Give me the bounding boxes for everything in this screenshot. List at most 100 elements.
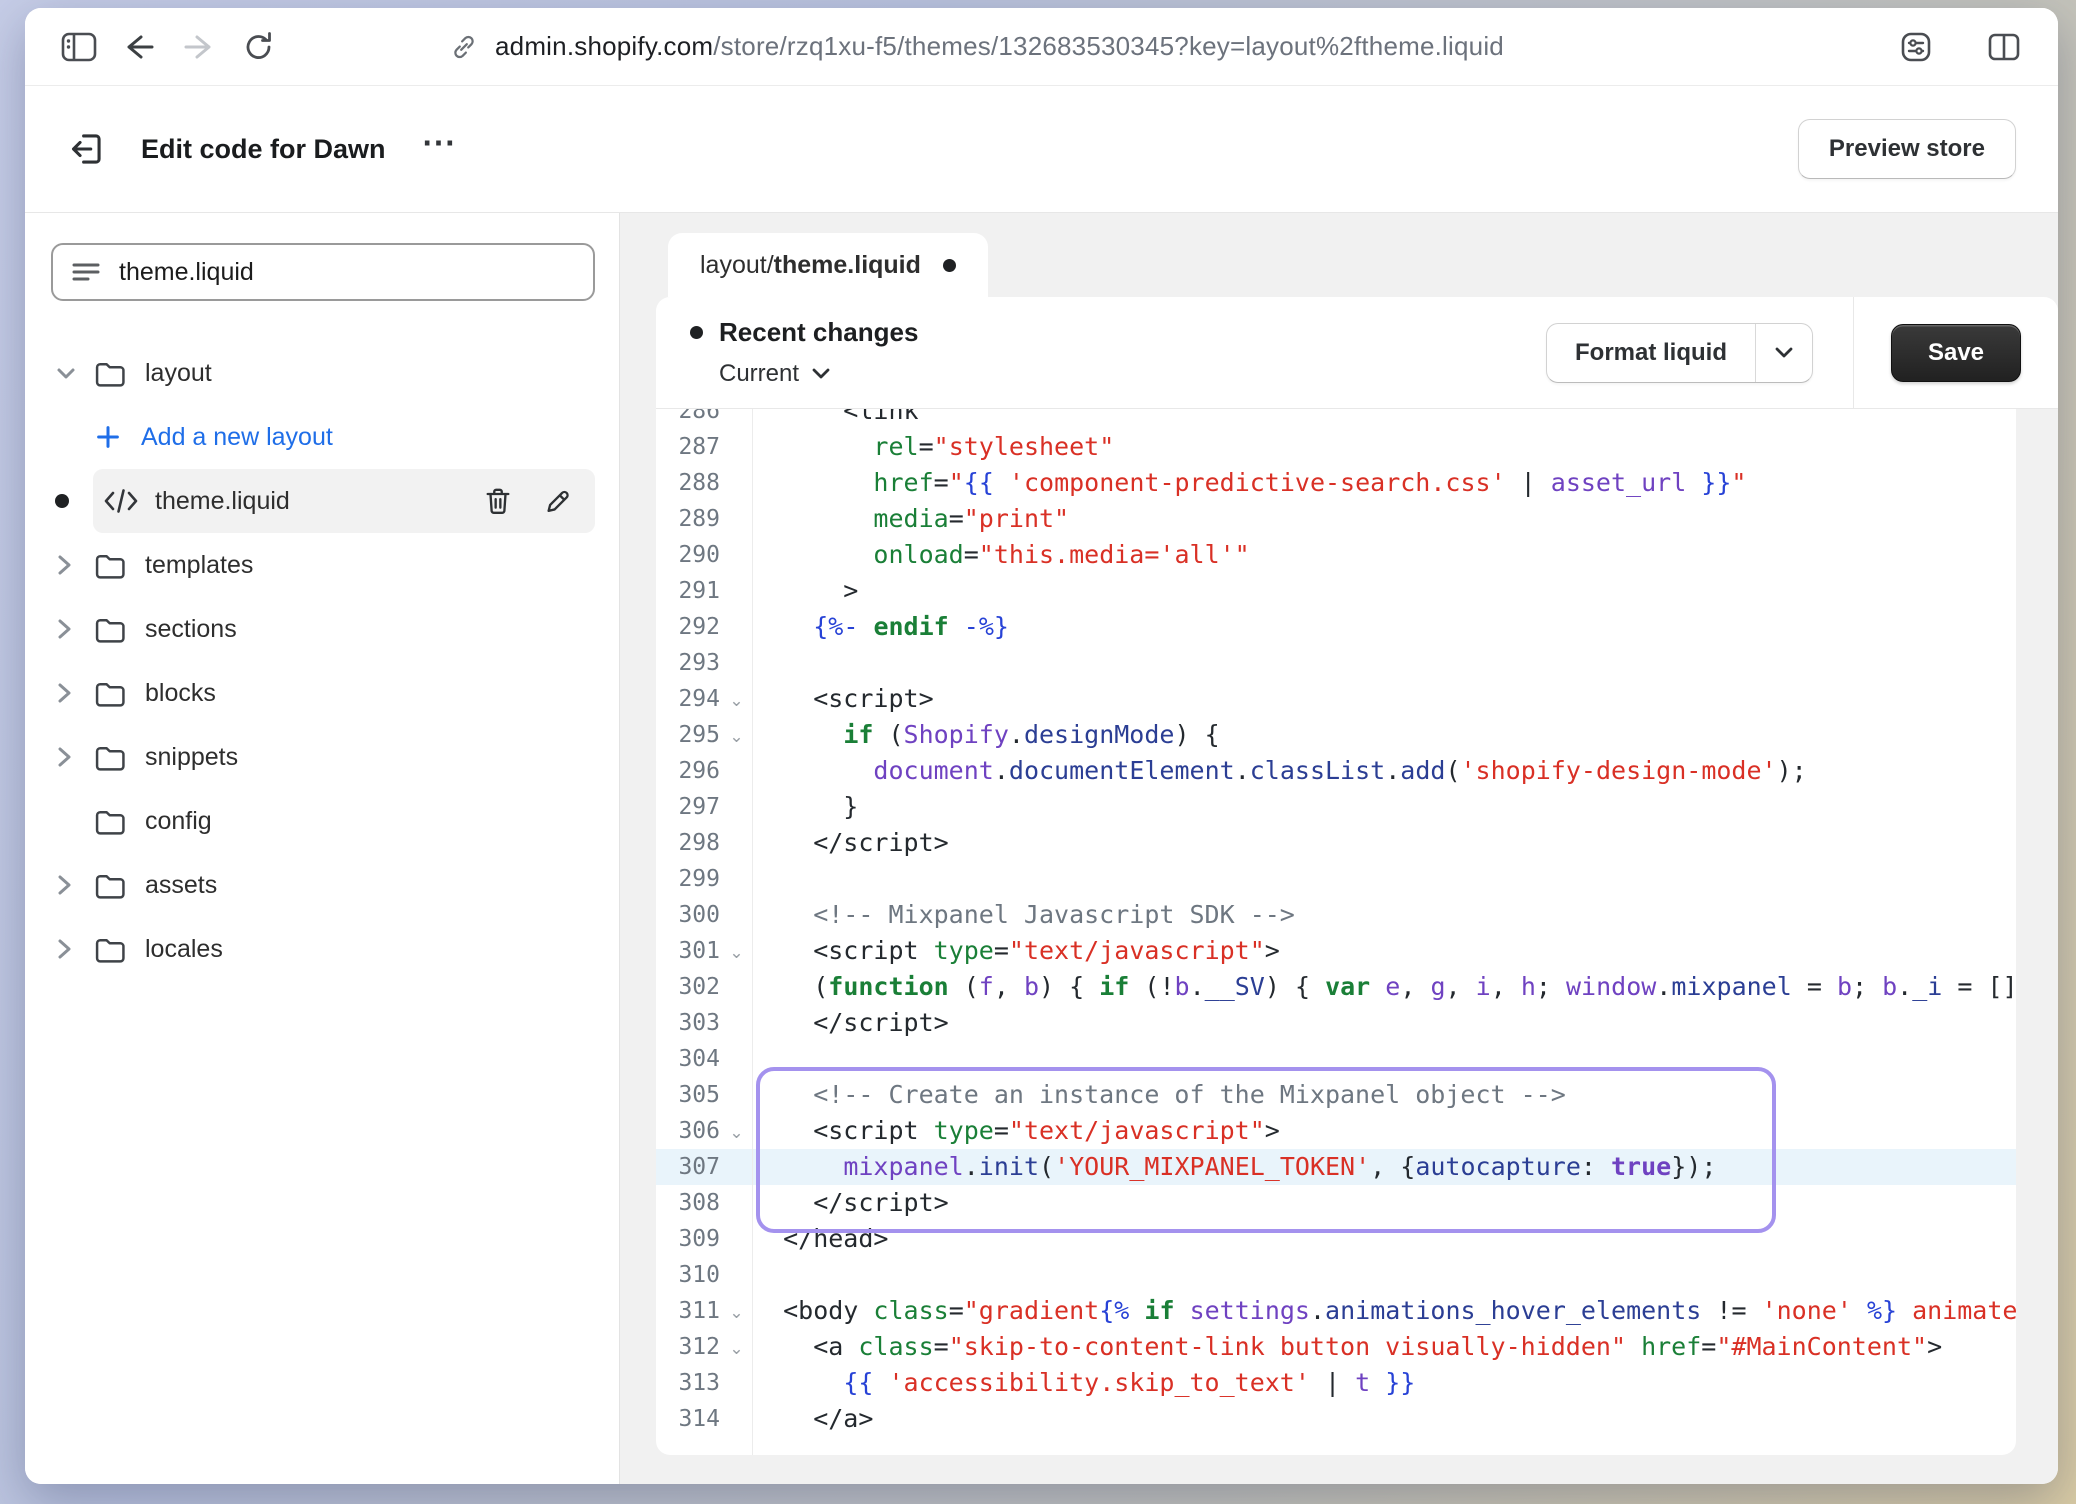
more-actions-button[interactable]: ⋯ (422, 126, 458, 172)
code-editor[interactable]: 286 <link287 rel="stylesheet"288 href="{… (656, 409, 2016, 1455)
rename-file-icon[interactable] (543, 486, 573, 516)
sidebar-file-theme.liquid[interactable]: theme.liquid (51, 469, 595, 533)
exit-icon[interactable] (67, 130, 105, 168)
chevron-right-icon[interactable] (51, 872, 93, 898)
sidebar-folder-assets[interactable]: assets (51, 853, 595, 917)
code-line[interactable]: 300 <!-- Mixpanel Javascript SDK --> (656, 897, 2016, 933)
code-line[interactable]: 306⌄ <script type="text/javascript"> (656, 1113, 2016, 1149)
line-number: 310 (656, 1257, 720, 1293)
code-line[interactable]: 296 document.documentElement.classList.a… (656, 753, 2016, 789)
code-line[interactable]: 309 </head> (656, 1221, 2016, 1257)
code-line[interactable]: 312⌄ <a class="skip-to-content-link butt… (656, 1329, 2016, 1365)
fold-chevron-icon[interactable]: ⌄ (720, 1113, 753, 1149)
fold-chevron-icon[interactable]: ⌄ (720, 1329, 753, 1365)
code-line[interactable]: 287 rel="stylesheet" (656, 429, 2016, 465)
fold-chevron-icon (720, 1185, 753, 1221)
folder-icon (93, 358, 127, 389)
fold-chevron-icon[interactable]: ⌄ (720, 933, 753, 969)
code-line[interactable]: 298 </script> (656, 825, 2016, 861)
code-line[interactable]: 294⌄ <script> (656, 681, 2016, 717)
file-search-box[interactable] (51, 243, 595, 301)
fold-chevron-icon (720, 429, 753, 465)
editor-toolbar: Recent changes Current Format liquid (656, 297, 2058, 409)
line-number: 287 (656, 429, 720, 465)
fold-chevron-icon (720, 969, 753, 1005)
chevron-right-icon[interactable] (51, 744, 93, 770)
sidebar-folder-blocks[interactable]: blocks (51, 661, 595, 725)
line-number: 300 (656, 897, 720, 933)
code-line[interactable]: 291 > (656, 573, 2016, 609)
tab-layout-theme-liquid[interactable]: layout/theme.liquid (668, 233, 988, 297)
line-number: 293 (656, 645, 720, 681)
code-line[interactable]: 299 (656, 861, 2016, 897)
code-line[interactable]: 310 (656, 1257, 2016, 1293)
chevron-right-icon[interactable] (51, 552, 93, 578)
chevron-right-icon[interactable] (51, 680, 93, 706)
fold-chevron-icon (720, 537, 753, 573)
line-number: 308 (656, 1185, 720, 1221)
page-settings-icon[interactable] (1894, 25, 1938, 69)
code-line[interactable]: 293 (656, 645, 2016, 681)
sidebar-folder-locales[interactable]: locales (51, 917, 595, 981)
delete-file-icon[interactable] (483, 486, 513, 517)
fold-chevron-icon (720, 1041, 753, 1077)
save-button[interactable]: Save (1891, 324, 2021, 382)
fold-chevron-icon (720, 465, 753, 501)
code-line[interactable]: 304 (656, 1041, 2016, 1077)
code-line[interactable]: 313 {{ 'accessibility.skip_to_text' | t … (656, 1365, 2016, 1401)
code-line[interactable]: 305 <!-- Create an instance of the Mixpa… (656, 1077, 2016, 1113)
code-line[interactable]: 286 <link (656, 409, 2016, 429)
format-liquid-caret[interactable] (1755, 324, 1812, 382)
sidebar-folder-templates[interactable]: templates (51, 533, 595, 597)
back-icon[interactable] (117, 25, 161, 69)
code-line[interactable]: 290 onload="this.media='all'" (656, 537, 2016, 573)
sidebar-folder-snippets[interactable]: snippets (51, 725, 595, 789)
address-bar[interactable]: admin.shopify.com/store/rzq1xu-f5/themes… (449, 31, 1504, 62)
code-line[interactable]: 295⌄ if (Shopify.designMode) { (656, 717, 2016, 753)
file-tree: layoutAdd a new layouttheme.liquidtempla… (51, 341, 595, 981)
code-line[interactable]: 288 href="{{ 'component-predictive-searc… (656, 465, 2016, 501)
line-number: 312 (656, 1329, 720, 1365)
format-liquid-button[interactable]: Format liquid (1546, 323, 1813, 383)
code-line[interactable]: 301⌄ <script type="text/javascript"> (656, 933, 2016, 969)
fold-chevron-icon[interactable]: ⌄ (720, 681, 753, 717)
sidebar-add-new-layout[interactable]: Add a new layout (51, 405, 595, 469)
line-number: 299 (656, 861, 720, 897)
fold-chevron-icon (720, 1149, 753, 1185)
line-number: 290 (656, 537, 720, 573)
fold-chevron-icon (720, 1257, 753, 1293)
fold-chevron-icon (720, 1077, 753, 1113)
chevron-right-icon[interactable] (51, 936, 93, 962)
code-line[interactable]: 308 </script> (656, 1185, 2016, 1221)
code-line[interactable]: 307 mixpanel.init('YOUR_MIXPANEL_TOKEN',… (656, 1149, 2016, 1185)
fold-chevron-icon[interactable]: ⌄ (720, 717, 753, 753)
code-line[interactable]: 302 (function (f, b) { if (!b.__SV) { va… (656, 969, 2016, 1005)
preview-store-button[interactable]: Preview store (1798, 119, 2016, 179)
search-input[interactable] (119, 258, 575, 287)
code-line[interactable]: 314 </a> (656, 1401, 2016, 1437)
fold-chevron-icon[interactable]: ⌄ (720, 1293, 753, 1329)
link-icon (449, 32, 479, 62)
line-number: 292 (656, 609, 720, 645)
page-title: Edit code for Dawn (141, 134, 386, 165)
sidebar-folder-sections[interactable]: sections (51, 597, 595, 661)
code-line[interactable]: 303 </script> (656, 1005, 2016, 1041)
fold-chevron-icon (720, 825, 753, 861)
code-line[interactable]: 311⌄ <body class="gradient{% if settings… (656, 1293, 2016, 1329)
version-dropdown[interactable]: Current (719, 360, 918, 388)
url-domain: admin.shopify.com (495, 31, 713, 61)
reload-icon[interactable] (237, 25, 281, 69)
chevron-down-icon[interactable] (51, 363, 93, 383)
code-line[interactable]: 292 {%- endif -%} (656, 609, 2016, 645)
split-view-icon[interactable] (1982, 25, 2026, 69)
editor-area: layout/theme.liquid Recent changes Curre… (620, 213, 2058, 1484)
line-number: 295 (656, 717, 720, 753)
sidebar-folder-layout[interactable]: layout (51, 341, 595, 405)
code-line[interactable]: 289 media="print" (656, 501, 2016, 537)
line-number: 291 (656, 573, 720, 609)
code-line[interactable]: 297 } (656, 789, 2016, 825)
chevron-right-icon[interactable] (51, 616, 93, 642)
sidebar-toggle-icon[interactable] (57, 25, 101, 69)
sidebar-folder-config[interactable]: config (51, 789, 595, 853)
file-pill[interactable]: theme.liquid (93, 469, 595, 533)
